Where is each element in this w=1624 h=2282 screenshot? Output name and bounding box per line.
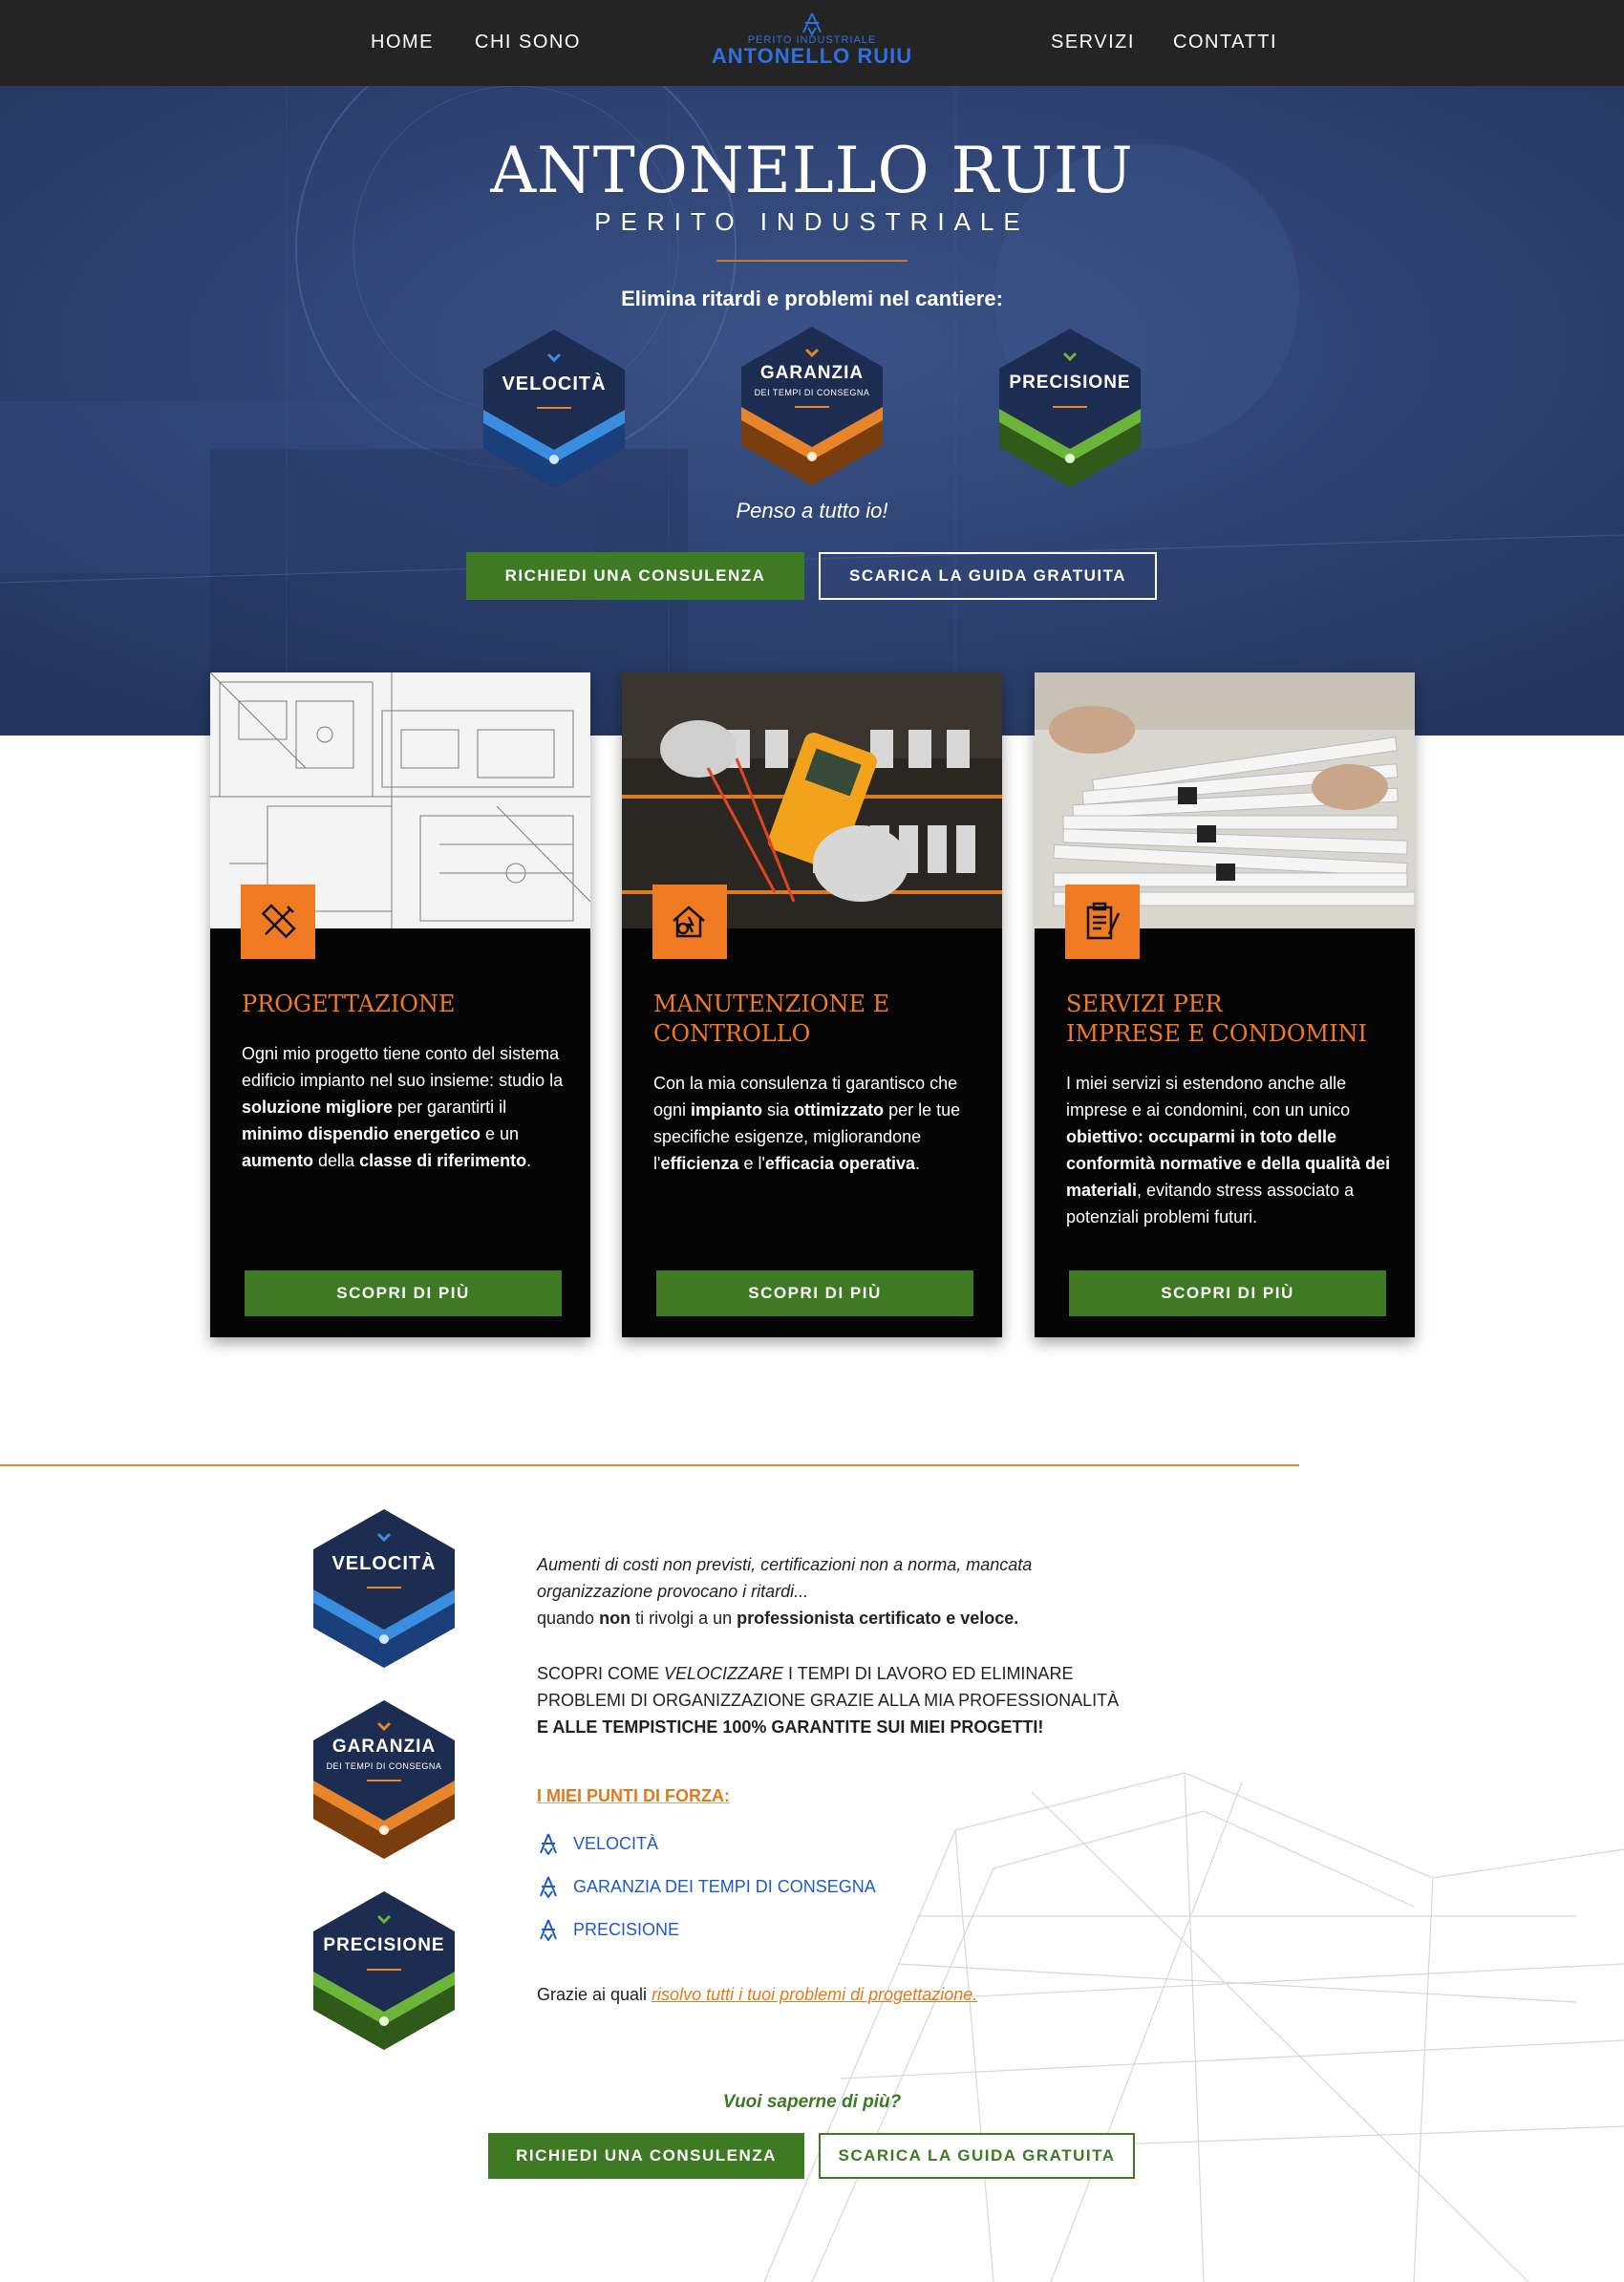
scopri-di-piu-button[interactable]: SCOPRI DI PIÙ bbox=[656, 1270, 973, 1316]
nav-servizi[interactable]: SERVIZI bbox=[1051, 32, 1135, 53]
badge-garanzia-subtitle: DEI TEMPI DI CONSEGNA bbox=[326, 1761, 442, 1771]
badge-precisione: PRECISIONE bbox=[994, 327, 1146, 489]
compass-bullet-icon bbox=[540, 1919, 557, 1941]
site-logo[interactable]: PERITO INDUSTRIALE ANTONELLO RUIU bbox=[707, 11, 917, 75]
badge-velocita: VELOCITÀ bbox=[478, 328, 630, 490]
service-card-manutenzione: MANUTENZIONE E CONTROLLO Con la mia consu… bbox=[622, 672, 1002, 1337]
badge-velocita-large: VELOCITÀ bbox=[308, 1507, 460, 1670]
scopri-paragraph: SCOPRI COME VELOCIZZARE I TEMPI DI LAVOR… bbox=[537, 1664, 1120, 1737]
card-description: I miei servizi si estendono anche alle i… bbox=[1066, 1074, 1391, 1226]
badge-precisione-title: PRECISIONE bbox=[1009, 373, 1131, 393]
card-title: PROGETTAZIONE bbox=[242, 991, 456, 1017]
punto-forza-item: VELOCITÀ bbox=[537, 1832, 658, 1855]
vuoi-saperne-text: Vuoi saperne di più? bbox=[722, 2092, 902, 2112]
badge-velocita-title: VELOCITÀ bbox=[331, 1553, 437, 1574]
hexagon-badge-icon bbox=[741, 327, 883, 485]
scopri-di-piu-button[interactable]: SCOPRI DI PIÙ bbox=[1069, 1270, 1386, 1316]
hexagon-badge-icon bbox=[483, 330, 625, 488]
punto-forza-item: PRECISIONE bbox=[537, 1918, 679, 1941]
nav-contatti[interactable]: CONTATTI bbox=[1173, 32, 1277, 53]
badge-garanzia-subtitle: DEI TEMPI DI CONSEGNA bbox=[754, 388, 870, 397]
punti-di-forza-section: VELOCITÀ GARANZIA DEI TEMPI DI CONSEGNA … bbox=[0, 1467, 1624, 2282]
badge-garanzia-title: GARANZIA bbox=[759, 363, 865, 383]
card-description: Ogni mio progetto tiene conto del sistem… bbox=[242, 1044, 564, 1170]
service-card-progettazione: PROGETTAZIONE Ogni mio progetto tiene co… bbox=[210, 672, 590, 1337]
nav-home[interactable]: HOME bbox=[371, 32, 434, 53]
ruler-pencil-icon bbox=[241, 885, 315, 959]
section-divider bbox=[0, 1464, 1299, 1466]
nav-chi-sono[interactable]: CHI SONO bbox=[475, 32, 581, 53]
clipboard-pen-icon bbox=[1065, 885, 1140, 959]
intro-paragraph: Aumenti di costi non previsti, certifica… bbox=[537, 1555, 1033, 1628]
hero-tagline: Elimina ritardi e problemi nel cantiere: bbox=[621, 287, 1003, 310]
badge-garanzia-title: GARANZIA bbox=[331, 1737, 437, 1757]
hero-subtitle: PERITO INDUSTRIALE bbox=[594, 207, 1030, 236]
badge-precisione-large: PRECISIONE bbox=[308, 1889, 460, 2052]
card-title: MANUTENZIONE E CONTROLLO bbox=[653, 991, 890, 1047]
hero-closing: Penso a tutto io! bbox=[736, 499, 888, 523]
hero-section: ANTONELLO RUIU PERITO INDUSTRIALE Elimin… bbox=[0, 86, 1624, 736]
top-navigation: HOME CHI SONO PERITO INDUSTRIALE ANTONEL… bbox=[0, 0, 1624, 86]
gear-house-icon bbox=[652, 885, 727, 959]
hexagon-badge-icon bbox=[313, 1891, 455, 2050]
hero-divider bbox=[716, 260, 908, 262]
card-title: SERVIZI PER IMPRESE E CONDOMINI bbox=[1066, 991, 1368, 1047]
punti-forza-heading: I MIEI PUNTI DI FORZA: bbox=[537, 1786, 730, 1805]
richiedi-consulenza-button-bottom[interactable]: RICHIEDI UNA CONSULENZA bbox=[488, 2133, 804, 2179]
punto-forza-item: GARANZIA DEI TEMPI DI CONSEGNA bbox=[537, 1875, 876, 1898]
badge-velocita-title: VELOCITÀ bbox=[502, 373, 607, 395]
grazie-paragraph: Grazie ai quali risolvo tutti i tuoi pro… bbox=[537, 1985, 978, 2004]
richiedi-consulenza-button[interactable]: RICHIEDI UNA CONSULENZA bbox=[466, 552, 804, 600]
scarica-guida-button-bottom[interactable]: SCARICA LA GUIDA GRATUITA bbox=[819, 2133, 1135, 2179]
hexagon-badge-icon bbox=[999, 329, 1141, 487]
badge-garanzia: GARANZIA DEI TEMPI DI CONSEGNA bbox=[736, 325, 888, 487]
badge-garanzia-large: GARANZIA DEI TEMPI DI CONSEGNA bbox=[308, 1698, 460, 1861]
scarica-guida-button[interactable]: SCARICA LA GUIDA GRATUITA bbox=[819, 552, 1157, 600]
service-card-imprese: SERVIZI PER IMPRESE E CONDOMINI I miei se… bbox=[1035, 672, 1415, 1337]
logo-name: ANTONELLO RUIU bbox=[711, 44, 913, 68]
hexagon-badge-icon bbox=[313, 1509, 455, 1668]
scopri-di-piu-button[interactable]: SCOPRI DI PIÙ bbox=[245, 1270, 562, 1316]
hero-title: ANTONELLO RUIU bbox=[490, 134, 1134, 207]
problemi-progettazione-link[interactable]: risolvo tutti i tuoi problemi di progett… bbox=[652, 1985, 977, 2004]
hexagon-badge-icon bbox=[313, 1700, 455, 1859]
badge-precisione-title: PRECISIONE bbox=[323, 1935, 445, 1955]
compass-logo-icon bbox=[802, 12, 822, 36]
card-description: Con la mia consulenza ti garantisco che … bbox=[653, 1074, 961, 1173]
compass-bullet-icon bbox=[540, 1876, 557, 1898]
compass-bullet-icon bbox=[540, 1833, 557, 1855]
